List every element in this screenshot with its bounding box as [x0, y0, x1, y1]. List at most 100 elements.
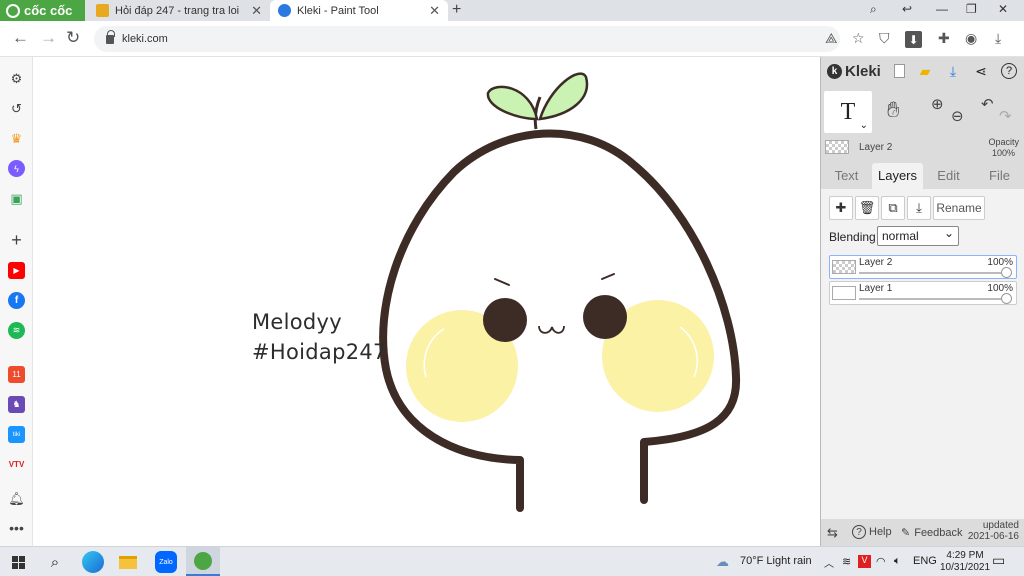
drawing-canvas[interactable]: Melodyy #Hoidap247 — [34, 57, 820, 546]
layer-opacity-slider[interactable] — [1001, 267, 1012, 278]
updated-date: 2021-06-16 — [967, 531, 1019, 542]
weather-icon[interactable]: ☁ — [716, 554, 729, 570]
share-icon[interactable]: ⋖ — [973, 63, 989, 79]
tiki-icon[interactable]: tiki — [8, 426, 25, 443]
help-link[interactable]: ? Help — [852, 525, 892, 539]
forward-icon[interactable]: → — [40, 28, 57, 48]
app-icon[interactable]: ♞ — [8, 396, 25, 413]
add-layer-button[interactable]: ✚ — [829, 196, 853, 220]
coccoc-logo-icon — [6, 3, 20, 18]
vtv-icon[interactable]: VTV — [8, 456, 25, 473]
right-eyebrow — [601, 273, 615, 280]
hand-tool-icon[interactable]: ✋︎ — [887, 97, 900, 123]
restore-icon[interactable]: ❐ — [966, 2, 977, 16]
layer-item[interactable]: Layer 2 100% — [829, 255, 1017, 279]
panel-tabs: Text Layers Edit File — [821, 163, 1024, 189]
bookmark-star-icon[interactable]: ☆ — [852, 30, 865, 47]
feedback-icon: ✎ — [901, 527, 911, 539]
feedback-link[interactable]: ✎ Feedback — [901, 526, 963, 540]
blending-select[interactable]: normal — [877, 224, 959, 246]
history-icon[interactable]: ↺ — [8, 100, 25, 117]
clock-time: 4:29 PM — [946, 550, 984, 561]
rename-button[interactable]: Rename — [933, 196, 985, 220]
opacity-label: Opacity — [988, 137, 1019, 147]
tab-edit[interactable]: Edit — [923, 163, 974, 189]
new-image-icon[interactable] — [891, 63, 907, 79]
windows-start-icon[interactable] — [8, 552, 28, 572]
new-tab-button[interactable]: + — [452, 1, 461, 19]
shopee-icon[interactable]: 11 — [8, 366, 25, 383]
kleki-favicon-icon — [278, 4, 291, 17]
merge-layer-button[interactable]: ⤓ — [907, 196, 931, 220]
messenger-icon[interactable]: ϟ — [8, 160, 25, 177]
tab-kleki[interactable]: Kleki - Paint Tool ✕ — [270, 0, 448, 21]
spotify-icon[interactable]: ≋ — [8, 322, 25, 339]
kleki-logo[interactable]: k Kleki — [827, 63, 881, 80]
layer-item[interactable]: Layer 1 100% — [829, 281, 1017, 305]
vietkey-icon[interactable]: V — [858, 555, 871, 568]
search-tabs-icon[interactable]: ⌕ — [870, 2, 877, 17]
left-eye — [483, 298, 527, 342]
layer-opacity-slider[interactable] — [1001, 293, 1012, 304]
facebook-icon[interactable]: f — [8, 292, 25, 309]
coccoc-taskbar-button[interactable] — [186, 547, 220, 576]
address-bar[interactable]: kleki.com — [94, 26, 840, 52]
delete-layer-button[interactable]: 🗑︎ — [855, 196, 879, 220]
close-tab-icon[interactable]: ✕ — [429, 3, 440, 19]
drawing-artwork — [379, 72, 741, 512]
undo-icon[interactable]: ↶ — [981, 95, 994, 113]
more-icon[interactable]: ••• — [8, 519, 25, 536]
duplicate-layer-button[interactable]: ⧉ — [881, 196, 905, 220]
redo-icon[interactable]: ↷ — [999, 107, 1012, 125]
tab-hoidap[interactable]: Hỏi đáp 247 - trang tra loi ✕ — [88, 0, 270, 21]
clock[interactable]: 4:29 PM 10/31/2021 — [940, 550, 990, 574]
tab-file[interactable]: File — [974, 163, 1024, 189]
extensions-icon[interactable]: ✚ — [938, 30, 950, 47]
weather-text[interactable]: 70°F Light rain — [740, 555, 812, 567]
coccoc-brand-button[interactable]: cốc cốc — [0, 0, 85, 21]
right-leaf — [538, 72, 589, 121]
search-icon[interactable]: ⌕ — [45, 552, 65, 572]
zoom-in-icon[interactable]: ⊕ — [931, 95, 944, 113]
wifi-icon[interactable]: ◠ — [876, 555, 886, 568]
zalo-icon[interactable]: Zalo — [155, 551, 177, 573]
swap-side-icon[interactable]: ⇆ — [827, 525, 838, 541]
network-icon[interactable]: ≋ — [842, 555, 851, 568]
bell-icon[interactable]: 🔔︎ — [8, 490, 25, 507]
help-icon[interactable]: ? — [1001, 63, 1017, 79]
save-page-icon[interactable]: ⬇ — [905, 31, 922, 48]
edge-icon[interactable] — [82, 551, 104, 573]
tool-row: T ⌄ ✋︎ ⊕ ⊖ ↶ ↷ — [821, 91, 1024, 133]
profile-icon[interactable]: ◉ — [965, 30, 977, 47]
show-hidden-icons-icon[interactable]: ︿ — [824, 555, 834, 570]
notifications-icon[interactable]: ▭ — [992, 552, 1005, 569]
blending-value: normal — [882, 229, 919, 243]
text-tool-button[interactable]: T ⌄ — [824, 91, 872, 133]
translate-icon[interactable]: ⟁ — [825, 30, 838, 47]
layer-thumbnail — [832, 260, 856, 274]
shield-icon[interactable]: ⛉ — [879, 30, 890, 47]
add-icon[interactable]: + — [8, 230, 25, 250]
close-window-icon[interactable]: ✕ — [998, 2, 1008, 16]
close-tab-icon[interactable]: ✕ — [251, 3, 262, 19]
reload-icon[interactable]: ↻ — [66, 28, 80, 48]
back-history-icon[interactable]: ↩ — [902, 2, 912, 16]
layer-opacity: 100% — [987, 283, 1013, 294]
tab-text[interactable]: Text — [821, 163, 872, 189]
back-icon[interactable]: ← — [12, 28, 29, 48]
tab-layers[interactable]: Layers — [872, 163, 923, 189]
language-indicator[interactable]: ENG — [913, 555, 937, 567]
crown-icon[interactable]: ♛ — [8, 130, 25, 147]
zoom-out-icon[interactable]: ⊖ — [951, 107, 964, 125]
volume-icon[interactable]: 🔈︎ — [894, 555, 901, 568]
downloads-icon[interactable]: ⤓ — [995, 30, 1001, 47]
game-icon[interactable]: ▣ — [8, 190, 25, 207]
minimize-icon[interactable]: — — [936, 2, 948, 16]
left-leaf — [486, 85, 539, 121]
youtube-icon[interactable]: ▶ — [8, 262, 25, 279]
download-icon[interactable]: ⤓ — [945, 63, 961, 79]
settings-icon[interactable]: ⚙ — [8, 70, 25, 87]
blending-label: Blending — [829, 230, 876, 244]
file-explorer-icon[interactable] — [118, 552, 138, 572]
open-folder-icon[interactable]: ▰ — [917, 63, 933, 79]
